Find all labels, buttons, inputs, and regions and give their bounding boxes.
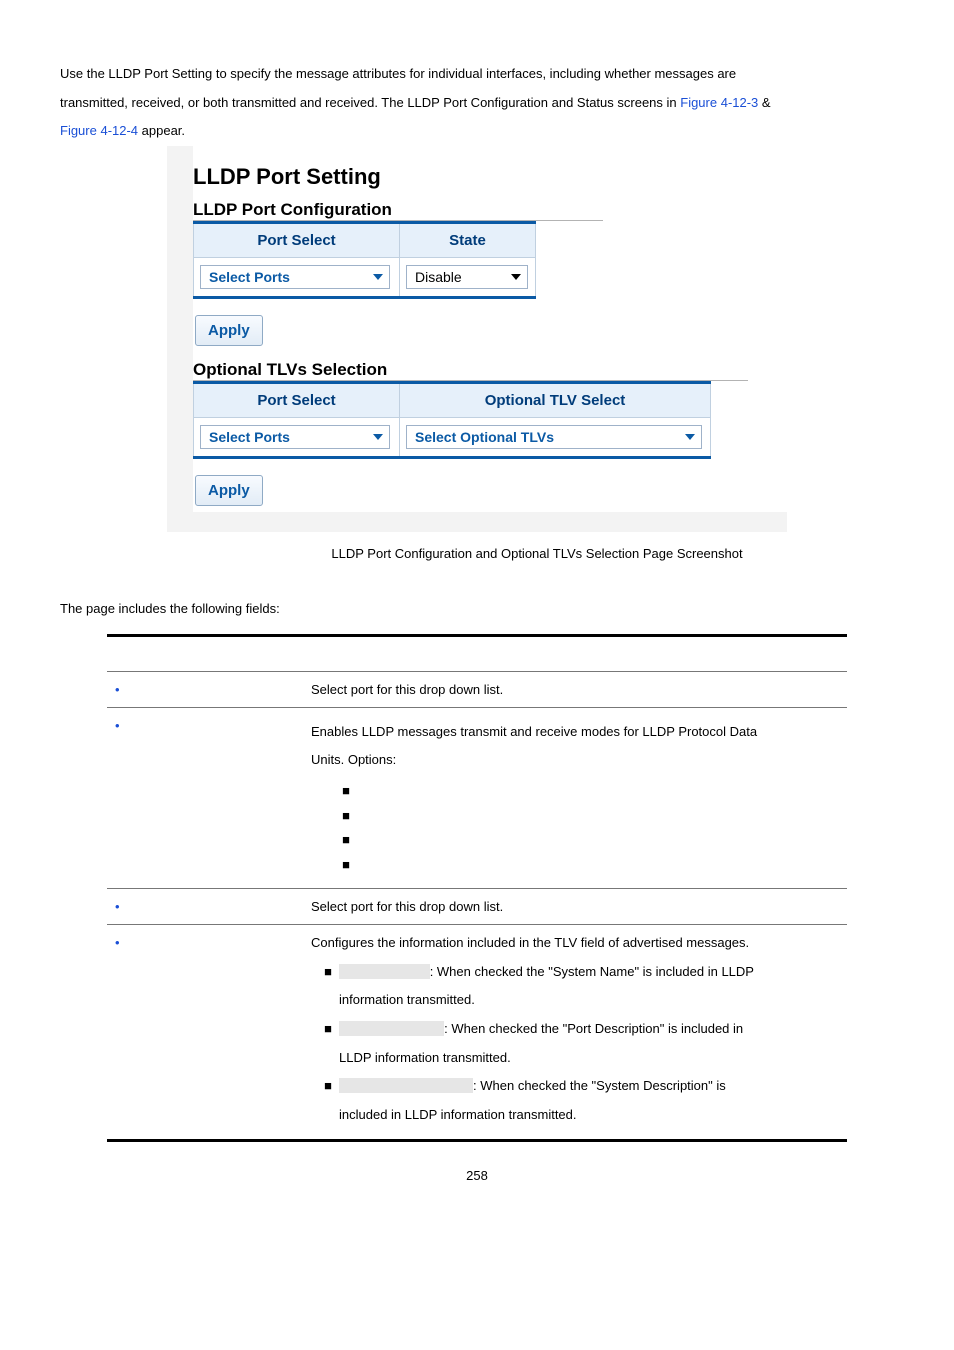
- amp: &: [758, 95, 770, 110]
- figure-link-b[interactable]: Figure 4-12-4: [60, 123, 138, 138]
- bullet-icon: •: [115, 899, 129, 914]
- square-bullet-icon: ■: [321, 1015, 335, 1044]
- description-table: • Select port for this drop down list. •…: [107, 634, 847, 1143]
- apply-button-2[interactable]: Apply: [195, 475, 263, 506]
- select-ports-label: Select Ports: [209, 269, 290, 285]
- square-bullet-icon: ■: [321, 1072, 335, 1101]
- bullet-icon: •: [115, 682, 129, 697]
- th-port-select-2: Port Select: [194, 382, 400, 417]
- th-description: [303, 635, 847, 671]
- section-optional-tlvs: Optional TLVs Selection: [193, 360, 748, 381]
- screenshot-title: LLDP Port Setting: [193, 164, 787, 190]
- desc-tlv-intro: Configures the information included in t…: [311, 935, 839, 950]
- tlv-portdesc-after: : When checked the "Port Description" is…: [444, 1021, 743, 1036]
- config-table-1: Port Select State Select Ports: [193, 221, 536, 299]
- th-state: State: [400, 222, 536, 257]
- table-row: • Configures the information included in…: [107, 924, 847, 1141]
- desc-state-a: Enables LLDP messages transmit and recei…: [311, 724, 757, 739]
- select-ports-dropdown[interactable]: Select Ports: [200, 265, 390, 289]
- th-optional-tlv: Optional TLV Select: [400, 382, 711, 417]
- intro-text-2: transmitted, received, or both transmitt…: [60, 95, 680, 110]
- tlv-portdesc-highlight: [339, 1021, 444, 1036]
- state-dropdown[interactable]: Disable: [406, 265, 528, 289]
- screenshot-caption: LLDP Port Configuration and Optional TLV…: [60, 546, 894, 561]
- screenshot-container: LLDP Port Setting LLDP Port Configuratio…: [167, 146, 787, 532]
- figure-link-a[interactable]: Figure 4-12-3: [680, 95, 758, 110]
- desc-port-select: Select port for this drop down list.: [303, 671, 847, 707]
- chevron-down-icon: [373, 429, 383, 445]
- fields-intro: The page includes the following fields:: [60, 601, 894, 616]
- desc-port-select-2: Select port for this drop down list.: [303, 888, 847, 924]
- tlv-sysdesc-cont: included in LLDP information transmitted…: [339, 1107, 577, 1122]
- square-bullet-icon: ■: [339, 828, 353, 853]
- intro-paragraph: Use the LLDP Port Setting to specify the…: [60, 60, 894, 146]
- square-bullet-icon: ■: [339, 804, 353, 829]
- square-bullet-icon: ■: [321, 958, 335, 987]
- select-optional-tlvs-label: Select Optional TLVs: [415, 429, 554, 445]
- square-bullet-icon: ■: [339, 779, 353, 804]
- select-ports-dropdown-2[interactable]: Select Ports: [200, 425, 390, 449]
- table-row: • Select port for this drop down list.: [107, 671, 847, 707]
- select-ports-label-2: Select Ports: [209, 429, 290, 445]
- config-table-2: Port Select Optional TLV Select Select P…: [193, 381, 711, 459]
- chevron-down-icon: [685, 429, 695, 445]
- tlv-sysname-highlight: [339, 964, 430, 979]
- tlv-sysname-cont: information transmitted.: [339, 992, 475, 1007]
- th-object: [107, 635, 303, 671]
- tlv-sysdesc-highlight: [339, 1078, 473, 1093]
- appear-text: appear.: [138, 123, 185, 138]
- desc-state-b: Units. Options:: [311, 752, 396, 767]
- table-row: • Select port for this drop down list.: [107, 888, 847, 924]
- table-row: • Enables LLDP messages transmit and rec…: [107, 707, 847, 888]
- intro-text: Use the LLDP Port Setting to specify the…: [60, 66, 736, 81]
- th-port-select: Port Select: [194, 222, 400, 257]
- square-bullet-icon: ■: [339, 853, 353, 878]
- tlv-sysdesc-after: : When checked the "System Description" …: [473, 1078, 726, 1093]
- tlv-portdesc-cont: LLDP information transmitted.: [339, 1050, 511, 1065]
- page-number: 258: [60, 1168, 894, 1183]
- bullet-icon: •: [115, 935, 129, 950]
- chevron-down-icon: [373, 269, 383, 285]
- bullet-icon: •: [115, 718, 129, 733]
- chevron-down-icon: [511, 269, 521, 285]
- state-label: Disable: [415, 269, 462, 285]
- apply-button-1[interactable]: Apply: [195, 315, 263, 346]
- select-optional-tlvs-dropdown[interactable]: Select Optional TLVs: [406, 425, 702, 449]
- tlv-sysname-after: : When checked the "System Name" is incl…: [430, 964, 754, 979]
- section-lldp-port-config: LLDP Port Configuration: [193, 200, 603, 221]
